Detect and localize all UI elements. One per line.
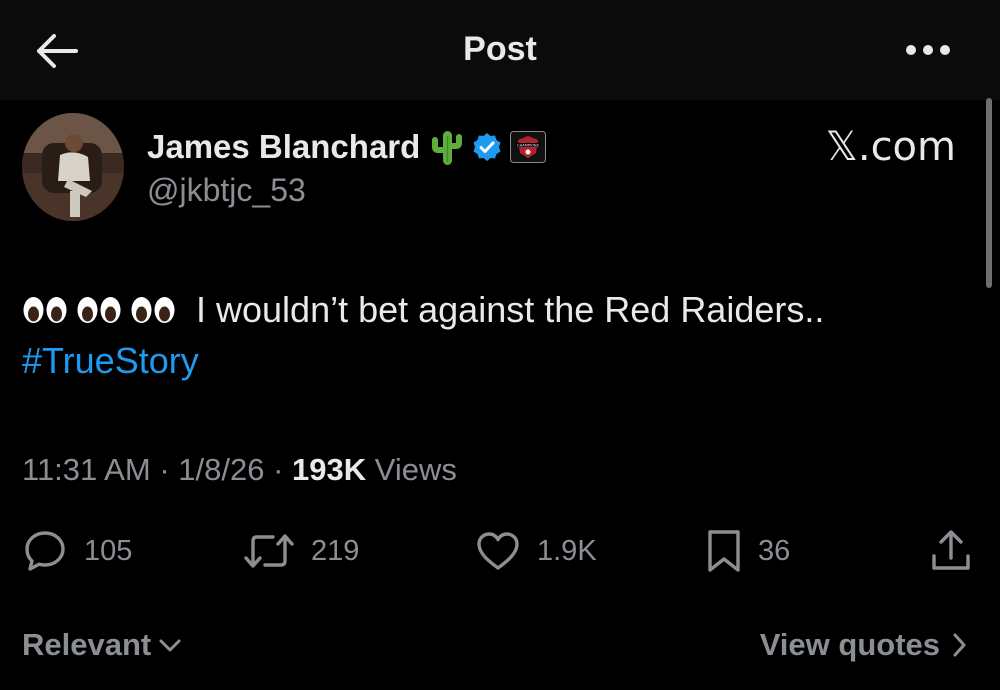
like-count: 1.9K [537, 534, 597, 567]
action-bar: 105 219 1.9K 36 [0, 525, 1000, 577]
page-title: Post [463, 30, 537, 68]
chevron-right-icon [953, 633, 966, 657]
post-text-line: I wouldn’t bet against the Red Raiders.. [22, 285, 824, 335]
repost-icon [244, 534, 294, 568]
eyes-icon [130, 295, 176, 325]
eyes-icon [22, 295, 68, 325]
hashtag-link[interactable]: #TrueStory [22, 340, 199, 382]
affiliate-badge[interactable]: CHAMPIONS [510, 131, 547, 163]
reply-count: 105 [84, 534, 133, 567]
view-quotes-button[interactable]: View quotes [760, 627, 970, 663]
author-name-row[interactable]: James Blanchard CHAMPIONS [147, 124, 547, 170]
author-display-name[interactable]: James Blanchard [147, 128, 420, 166]
chevron-down-icon [159, 639, 181, 652]
cactus-icon [432, 128, 463, 166]
meta-separator: · [273, 452, 284, 487]
meta-separator: · [159, 452, 170, 487]
bookmark-count: 36 [758, 534, 791, 567]
view-quotes-label: View quotes [759, 627, 940, 662]
post-meta: 11:31 AM · 1/8/26 · 193K Views [22, 452, 457, 488]
author-handle[interactable]: @jkbtjc_53 [147, 172, 306, 209]
views-label[interactable]: Views [375, 452, 457, 487]
like-button[interactable]: 1.9K [475, 525, 597, 577]
brand-watermark: 𝕏.com [825, 124, 956, 170]
more-button[interactable] [898, 30, 958, 70]
post-text: I wouldn’t bet against the Red Raiders.. [196, 289, 825, 330]
post-date[interactable]: 1/8/26 [178, 452, 264, 487]
verified-badge-icon[interactable] [472, 132, 502, 162]
repost-count: 219 [311, 534, 360, 567]
post-time: 11:31 AM [22, 452, 151, 487]
bookmark-icon [708, 530, 740, 572]
heart-icon [477, 532, 519, 570]
bookmark-button[interactable]: 36 [706, 525, 790, 577]
svg-text:CHAMPIONS: CHAMPIONS [517, 143, 540, 147]
repost-button[interactable]: 219 [243, 525, 359, 577]
eyes-emoji-group [22, 295, 184, 325]
avatar-photo [22, 113, 124, 221]
views-count[interactable]: 193K [292, 452, 366, 487]
reply-icon [25, 531, 65, 571]
share-button[interactable] [930, 525, 972, 577]
top-bar: Post [0, 0, 1000, 100]
share-icon [932, 530, 970, 570]
avatar[interactable] [22, 113, 124, 221]
eyes-icon [76, 295, 122, 325]
scrollbar[interactable] [986, 98, 992, 288]
more-dots-icon [906, 45, 950, 55]
sort-replies-button[interactable]: Relevant [22, 627, 185, 663]
sort-label: Relevant [22, 627, 152, 662]
reply-button[interactable]: 105 [22, 525, 132, 577]
